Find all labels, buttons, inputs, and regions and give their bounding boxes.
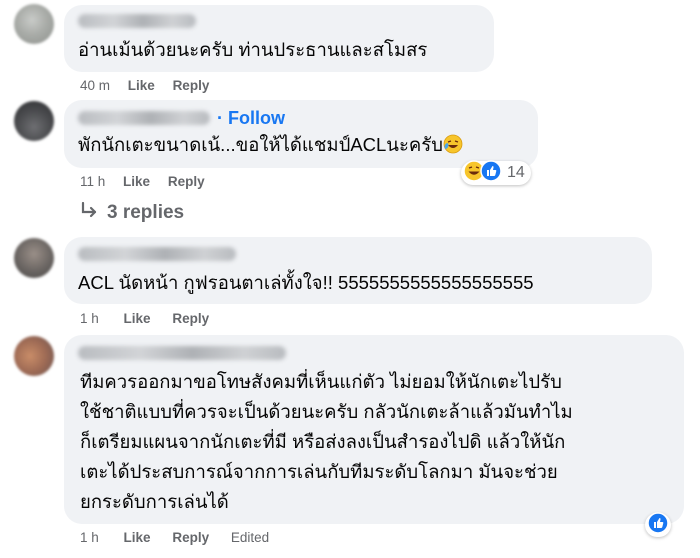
reaction-count-2: 14 — [507, 164, 525, 181]
comment-time-4[interactable]: 1 h — [80, 530, 99, 545]
comment-meta-2: 11 h Like Reply — [80, 174, 205, 189]
reply-button-1[interactable]: Reply — [173, 78, 210, 93]
commenter-name-2[interactable] — [78, 111, 210, 125]
like-button-2[interactable]: Like — [123, 174, 150, 189]
commenter-name-1[interactable] — [78, 14, 196, 28]
comment-time-1[interactable]: 40 m — [80, 78, 110, 93]
like-button-3[interactable]: Like — [124, 311, 151, 326]
like-button-1[interactable]: Like — [128, 78, 155, 93]
like-icon — [480, 159, 502, 187]
comment-text-4-line-4: เตะได้ประสบการณ์จากการเล่นกับทีมระดับโลก… — [80, 461, 558, 482]
comment-time-3[interactable]: 1 h — [80, 311, 99, 326]
comment-text-2-content: พักนักเตะขนาดเน้...ขอให้ได้แชมป์ACLนะครั… — [78, 134, 443, 155]
reply-button-2[interactable]: Reply — [168, 174, 205, 189]
comment-text-1: อ่านเม้นด้วยนะครับ ท่านประธานและสโมสร — [78, 39, 428, 60]
follow-button[interactable]: Follow — [228, 108, 285, 129]
comment-text-3: ACL นัดหน้า กูฟรอนตาเล่ทั้งใจ!! 55555555… — [78, 272, 534, 293]
comment-text-2: พักนักเตะขนาดเน้...ขอให้ได้แชมป์ACLนะครั… — [78, 130, 463, 163]
laughing-emoji-icon — [443, 133, 463, 163]
commenter-avatar-1[interactable] — [14, 4, 54, 44]
edited-label[interactable]: Edited — [231, 530, 269, 545]
comment-meta-4: 1 h Like Reply Edited — [80, 530, 269, 545]
comment-text-4-line-3: ก็เตรียมแผนจากนักเตะที่มี หรือส่งลงเป็นส… — [80, 431, 566, 452]
reply-button-3[interactable]: Reply — [172, 311, 209, 326]
comment-text-4-line-5: ยกระดับการเล่นได้ — [80, 491, 229, 512]
reply-arrow-icon — [80, 201, 98, 224]
comment-text-4-line-2: ใช้ชาติแบบที่ควรจะเป็นด้วยนะครับ กลัวนัก… — [80, 401, 573, 422]
comment-meta-3: 1 h Like Reply — [80, 311, 209, 326]
comment-bubble-4: ทีมควรออกมาขอโทษสังคมที่เห็นแก่ตัว ไม่ยอ… — [64, 335, 684, 524]
commenter-avatar-4[interactable] — [14, 336, 54, 376]
commenter-name-3[interactable] — [78, 247, 236, 261]
comment-time-2[interactable]: 11 h — [80, 174, 105, 189]
commenter-avatar-3[interactable] — [14, 238, 54, 278]
like-button-4[interactable]: Like — [124, 530, 151, 545]
reaction-summary-2[interactable]: 14 — [461, 159, 531, 187]
reaction-summary-4[interactable] — [645, 511, 671, 539]
commenter-name-4[interactable] — [78, 346, 286, 360]
reply-button-4[interactable]: Reply — [172, 530, 209, 545]
comment-bubble-3: ACL นัดหน้า กูฟรอนตาเล่ทั้งใจ!! 55555555… — [64, 237, 652, 304]
view-replies-button[interactable]: 3 replies — [80, 201, 185, 224]
comment-bubble-2: · Follow พักนักเตะขนาดเน้...ขอให้ได้แชมป… — [64, 100, 538, 168]
commenter-avatar-2[interactable] — [14, 101, 54, 141]
like-icon — [647, 511, 669, 539]
comment-bubble-1: อ่านเม้นด้วยนะครับ ท่านประธานและสโมสร — [64, 5, 494, 72]
comment-text-4-line-1: ทีมควรออกมาขอโทษสังคมที่เห็นแก่ตัว ไม่ยอ… — [80, 371, 562, 392]
view-replies-label: 3 replies — [107, 202, 185, 223]
comment-meta-1: 40 m Like Reply — [80, 78, 209, 93]
follow-separator: · — [217, 108, 223, 128]
